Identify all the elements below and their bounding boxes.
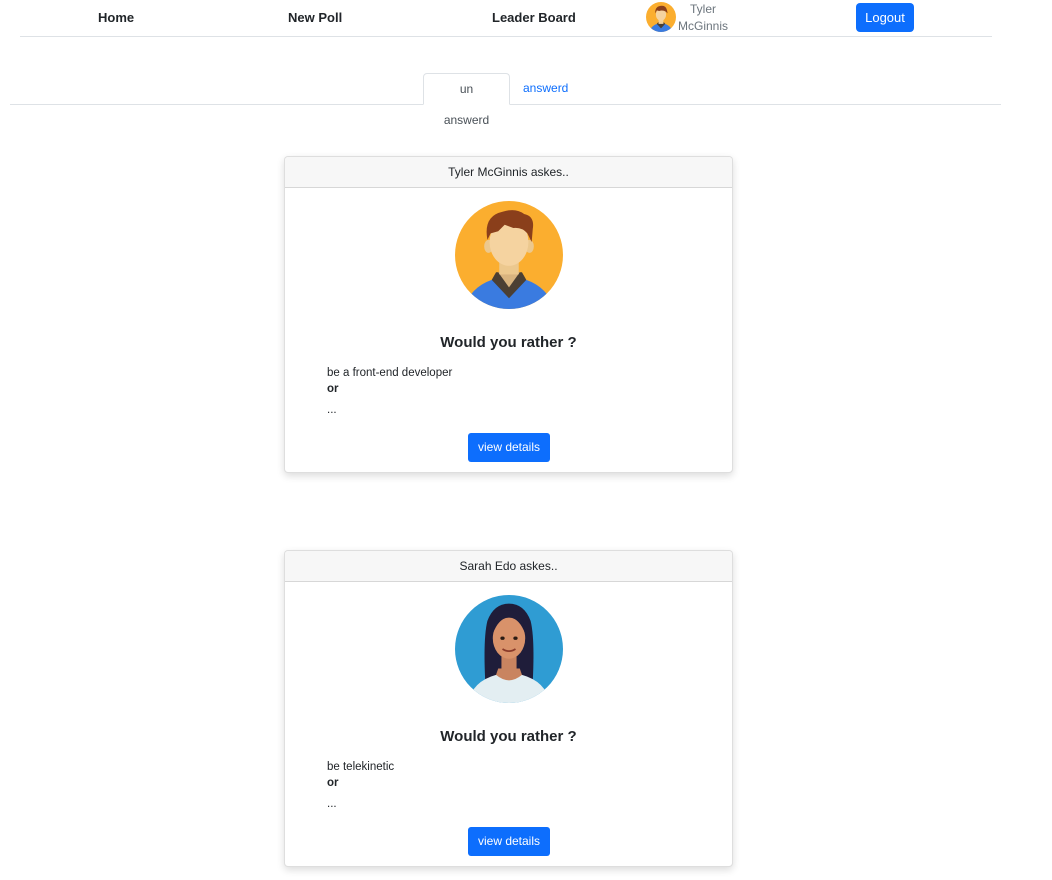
female-avatar-icon: [455, 595, 563, 703]
question-title: Would you rather ?: [440, 334, 577, 351]
question-card: Tyler McGinnis askes.. Would you rather …: [284, 156, 733, 473]
male-avatar-icon: [455, 201, 563, 309]
question-title: Would you rather ?: [440, 728, 577, 745]
card-author-header: Tyler McGinnis askes..: [285, 157, 732, 188]
or-label: or: [327, 383, 339, 395]
question-tabs: un answerd answerd: [10, 73, 1001, 127]
user-name-label: Tyler McGinnis: [677, 2, 728, 33]
top-navbar: Home New Poll Leader Board Tyler McGinni…: [20, 0, 992, 37]
option-one-text: be telekinetic: [327, 761, 395, 773]
view-details-button[interactable]: view details: [468, 827, 550, 856]
user-avatar-icon: [646, 2, 676, 32]
tab-answered[interactable]: answerd: [511, 73, 580, 104]
nav-new-poll-link[interactable]: New Poll: [288, 10, 342, 25]
nav-leader-board-link[interactable]: Leader Board: [492, 10, 576, 25]
nav-home-link[interactable]: Home: [98, 10, 134, 25]
logout-button[interactable]: Logout: [856, 3, 914, 32]
or-label: or: [327, 777, 339, 789]
tab-unanswered[interactable]: un answerd: [423, 73, 510, 127]
card-author-header: Sarah Edo askes..: [285, 551, 732, 582]
option-two-ellipsis: ...: [327, 798, 337, 810]
option-two-ellipsis: ...: [327, 404, 337, 416]
question-card: Sarah Edo askes.. Would you rather ? be …: [284, 550, 733, 867]
view-details-button[interactable]: view details: [468, 433, 550, 462]
option-one-text: be a front-end developer: [327, 367, 453, 379]
